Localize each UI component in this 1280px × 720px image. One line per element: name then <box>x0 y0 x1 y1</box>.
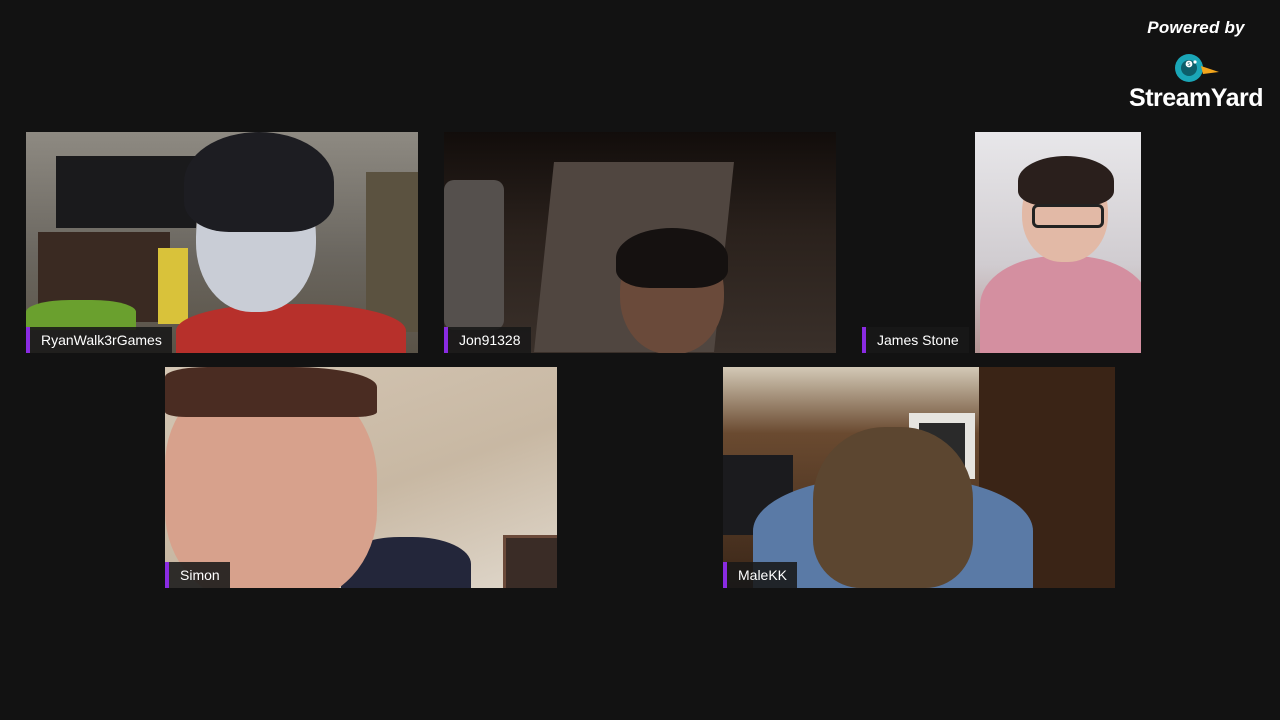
participant-body <box>176 304 406 353</box>
participant-hair <box>165 367 377 417</box>
background-shelf <box>366 172 418 332</box>
background-tv <box>56 156 196 228</box>
background-blanket <box>444 180 504 330</box>
video-feed <box>165 367 557 588</box>
participant-tile[interactable]: RyanWalk3rGames <box>26 132 418 353</box>
participant-name-tag: Jon91328 <box>444 327 531 353</box>
background-picture-frame <box>503 535 557 588</box>
participant-hair <box>616 228 728 288</box>
video-feed <box>444 132 836 353</box>
participant-tile[interactable]: Jon91328 <box>444 132 836 353</box>
svg-text:S: S <box>1187 62 1190 68</box>
participant-name-tag: RyanWalk3rGames <box>26 327 172 353</box>
video-feed <box>723 367 1115 588</box>
participant-body <box>980 256 1141 353</box>
streamyard-branding: Powered by S StreamYard <box>1120 18 1272 111</box>
participant-name-tag: James Stone <box>862 327 969 353</box>
participant-hair <box>813 427 973 588</box>
streamyard-duck-icon: S <box>1175 54 1219 82</box>
video-feed <box>26 132 418 353</box>
participant-name-tag: Simon <box>165 562 230 588</box>
participant-tile[interactable]: MaleKK <box>723 367 1115 588</box>
participant-glasses <box>1032 204 1104 228</box>
background-toy <box>158 248 188 324</box>
powered-by-label: Powered by <box>1147 18 1245 37</box>
participant-name-tag: MaleKK <box>723 562 798 588</box>
background-plants <box>26 300 136 330</box>
participant-tile[interactable]: James Stone <box>862 132 1141 353</box>
participant-hair <box>1018 156 1114 206</box>
participant-hair <box>184 132 334 232</box>
streamyard-wordmark: StreamYard <box>1129 84 1263 112</box>
stream-stage: Powered by S StreamYard RyanWalk3rGames <box>0 0 1280 720</box>
participant-tile[interactable]: Simon <box>165 367 557 588</box>
